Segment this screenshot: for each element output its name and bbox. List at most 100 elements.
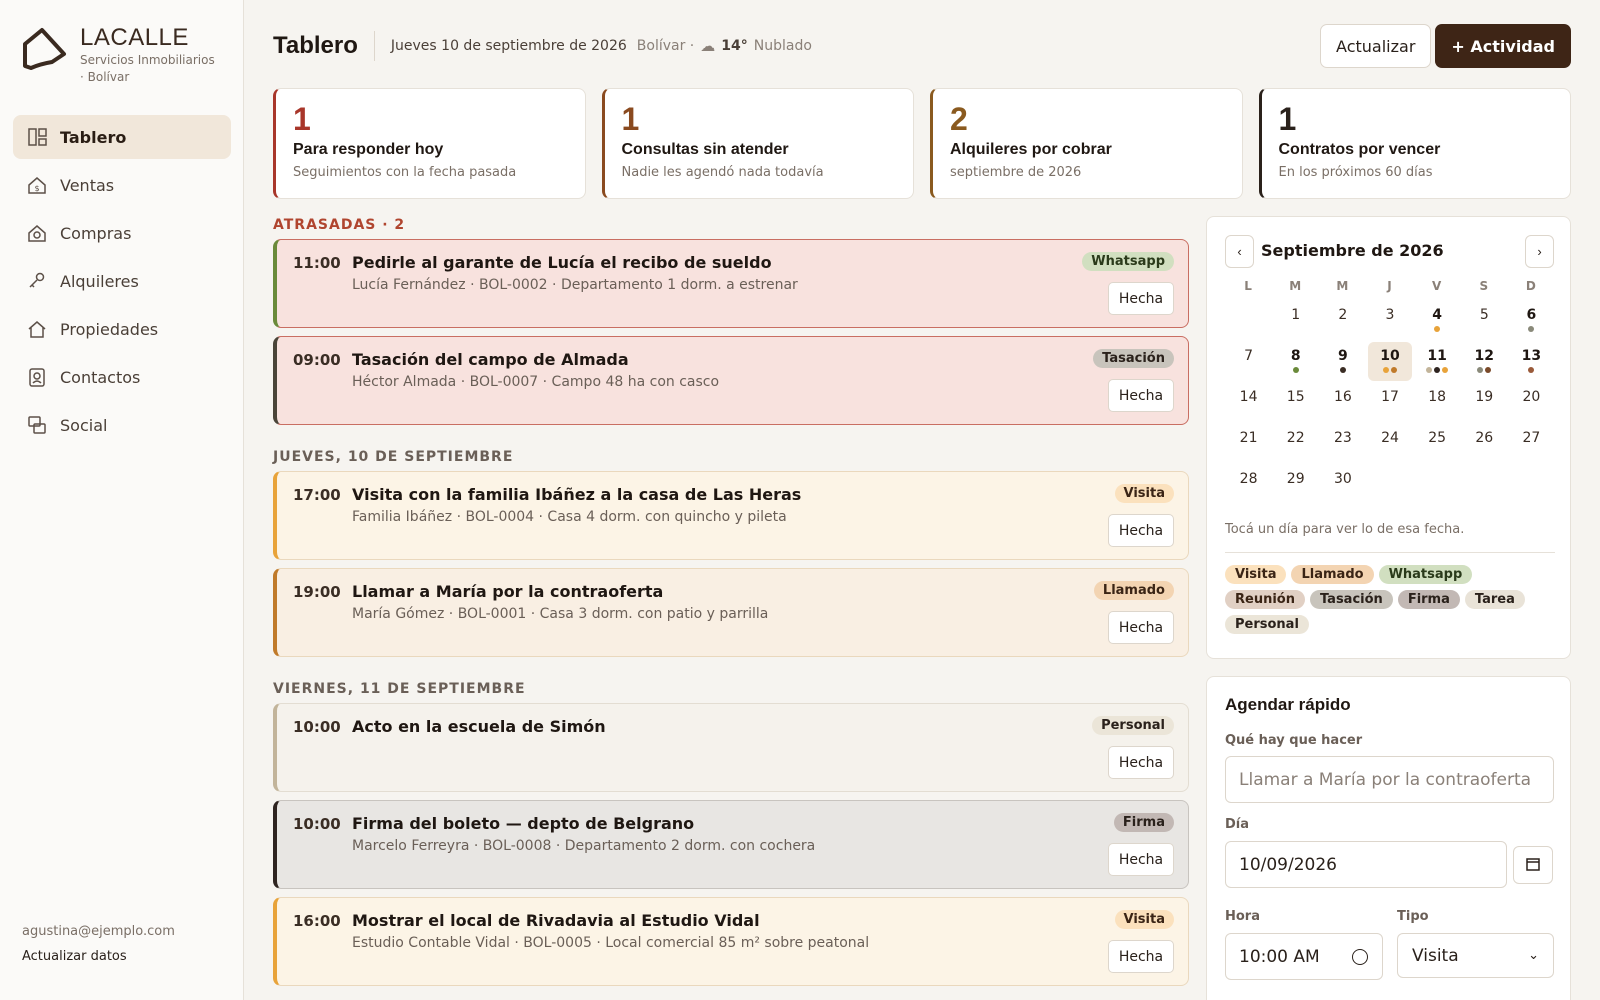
calendar-day[interactable]: 15 — [1274, 383, 1317, 422]
what-input[interactable] — [1225, 756, 1554, 803]
mark-done-button[interactable]: Hecha — [1108, 843, 1174, 876]
calendar-day[interactable]: 8 — [1274, 342, 1317, 381]
calendar-day[interactable]: 30 — [1321, 465, 1364, 504]
hour-input[interactable]: 10:00 AM — [1225, 933, 1383, 980]
calendar-day[interactable]: 28 — [1227, 465, 1270, 504]
day-number: 24 — [1381, 430, 1399, 446]
activity-card[interactable]: 17:00 Visita con la familia Ibáñez a la … — [273, 471, 1189, 560]
legend-chip[interactable]: Reunión — [1225, 590, 1305, 609]
weekday-header: S — [1479, 279, 1490, 293]
activity-card[interactable]: 19:00 Llamar a María por la contraoferta… — [273, 568, 1189, 657]
event-dot — [1528, 326, 1535, 332]
sidebar-item-contactos[interactable]: Contactos — [13, 355, 231, 399]
sidebar-item-label: Tablero — [60, 127, 127, 147]
calendar-day[interactable]: 5 — [1463, 301, 1506, 340]
day-number: 3 — [1385, 307, 1395, 323]
stat-subtitle: Seguimientos con la fecha pasada — [293, 165, 517, 180]
contact-book-icon — [29, 368, 45, 387]
event-dot — [1442, 367, 1449, 373]
day-input[interactable] — [1225, 841, 1507, 888]
prev-month-button[interactable]: ‹ — [1225, 235, 1254, 268]
weekday-header: V — [1431, 279, 1443, 293]
stat-label: Contratos por vencer — [1278, 141, 1441, 158]
activity-card[interactable]: 16:00 Mostrar el local de Rivadavia al E… — [273, 897, 1189, 986]
legend-chip[interactable]: Tarea — [1464, 590, 1525, 609]
calendar-day[interactable]: 22 — [1274, 424, 1317, 463]
calendar-day[interactable]: 10 — [1368, 342, 1412, 381]
weekday-header: M — [1336, 279, 1350, 293]
date-picker-button[interactable] — [1513, 846, 1553, 884]
legend-chip[interactable]: Llamado — [1291, 565, 1374, 584]
activity-list: ATRASADAS · 2 11:00 Pedirle al garante de… — [273, 212, 1189, 994]
event-dot — [1434, 367, 1441, 373]
mark-done-button[interactable]: Hecha — [1108, 282, 1174, 315]
sidebar-item-social[interactable]: Social — [13, 403, 231, 447]
legend-chip[interactable]: Personal — [1225, 615, 1309, 634]
sidebar-item-compras[interactable]: Compras — [13, 211, 231, 255]
day-number: 2 — [1338, 307, 1348, 323]
calendar-day[interactable]: 12 — [1463, 342, 1506, 381]
mark-done-button[interactable]: Hecha — [1108, 746, 1174, 779]
calendar-day[interactable]: 29 — [1274, 465, 1317, 504]
day-number: 15 — [1286, 389, 1305, 405]
sidebar-item-ventas[interactable]: $ Ventas — [13, 163, 231, 207]
stat-card[interactable]: 2 Alquileres por cobrar septiembre de 20… — [930, 88, 1243, 199]
calendar-day[interactable]: 6 — [1510, 301, 1553, 340]
sidebar-item-alquileres[interactable]: Alquileres — [13, 259, 231, 303]
legend-chip[interactable]: Whatsapp — [1378, 565, 1473, 584]
activity-details: María Gómez · BOL-0001 · Casa 3 dorm. co… — [352, 606, 769, 622]
section-title: ATRASADAS · 2 — [273, 217, 406, 233]
refresh-button[interactable]: Actualizar — [1320, 24, 1432, 68]
activity-details: Lucía Fernández · BOL-0002 · Departament… — [352, 277, 798, 293]
calendar-day[interactable]: 25 — [1416, 424, 1459, 463]
calendar-day[interactable]: 23 — [1321, 424, 1364, 463]
calendar-day[interactable]: 1 — [1274, 301, 1317, 340]
activity-time: 17:00 — [293, 486, 341, 504]
calendar-day[interactable]: 24 — [1368, 424, 1411, 463]
mark-done-button[interactable]: Hecha — [1108, 940, 1174, 973]
stat-value: 1 — [293, 101, 311, 137]
mark-done-button[interactable]: Hecha — [1108, 611, 1174, 644]
calendar-day[interactable]: 2 — [1321, 301, 1364, 340]
stat-card[interactable]: 1 Para responder hoy Seguimientos con la… — [273, 88, 586, 199]
calendar-day[interactable]: 14 — [1227, 383, 1270, 422]
activity-card[interactable]: 10:00 Firma del boleto — depto de Belgra… — [273, 800, 1189, 889]
activity-time: 19:00 — [293, 583, 341, 601]
legend-chip[interactable]: Visita — [1225, 565, 1287, 584]
calendar-day[interactable]: 11 — [1416, 342, 1459, 381]
stat-card[interactable]: 1 Contratos por vencer En los próximos 6… — [1258, 88, 1571, 199]
chevron-down-icon: ⌄ — [1528, 948, 1539, 963]
calendar-day[interactable]: 13 — [1510, 342, 1553, 381]
calendar-day[interactable]: 21 — [1227, 424, 1270, 463]
legend-chip[interactable]: Tasación — [1309, 590, 1393, 609]
add-activity-button[interactable]: + Actividad — [1435, 24, 1571, 68]
activity-card[interactable]: 10:00 Acto en la escuela de Simón Person… — [273, 703, 1189, 792]
next-month-button[interactable]: › — [1525, 235, 1554, 268]
sidebar-item-propiedades[interactable]: Propiedades — [13, 307, 231, 351]
day-number: 27 — [1522, 430, 1541, 446]
event-dot — [1426, 367, 1433, 373]
activity-card[interactable]: 11:00 Pedirle al garante de Lucía el rec… — [273, 239, 1189, 328]
calendar-grid: LMMJVSD 1 2 3 4 5 6 7 8 9 10 11 12 13 14 15 16 17 18 19 20 2… — [1225, 279, 1555, 504]
calendar-day[interactable]: 16 — [1321, 383, 1364, 422]
stat-card[interactable]: 1 Consultas sin atender Nadie les agendó… — [601, 88, 914, 199]
mark-done-button[interactable]: Hecha — [1108, 514, 1174, 547]
legend-chip[interactable]: Firma — [1397, 590, 1460, 609]
calendar-day[interactable]: 4 — [1416, 301, 1459, 340]
calendar-day[interactable]: 20 — [1510, 383, 1553, 422]
type-select[interactable]: Visita ⌄ — [1397, 933, 1554, 978]
calendar-day[interactable]: 27 — [1510, 424, 1553, 463]
calendar-day[interactable]: 19 — [1463, 383, 1506, 422]
calendar-day[interactable]: 9 — [1321, 342, 1364, 381]
mark-done-button[interactable]: Hecha — [1108, 379, 1174, 412]
calendar-day[interactable]: 3 — [1368, 301, 1411, 340]
calendar-day[interactable]: 17 — [1368, 383, 1411, 422]
update-data-link[interactable]: Actualizar datos — [22, 949, 175, 964]
activity-card[interactable]: 09:00 Tasación del campo de Almada Hécto… — [273, 336, 1189, 425]
section-title: JUEVES, 10 DE SEPTIEMBRE — [273, 449, 514, 465]
calendar-day[interactable]: 26 — [1463, 424, 1506, 463]
calendar-empty-cell — [1225, 301, 1272, 340]
calendar-day[interactable]: 7 — [1227, 342, 1270, 381]
calendar-day[interactable]: 18 — [1416, 383, 1459, 422]
sidebar-item-tablero[interactable]: Tablero — [13, 115, 231, 159]
